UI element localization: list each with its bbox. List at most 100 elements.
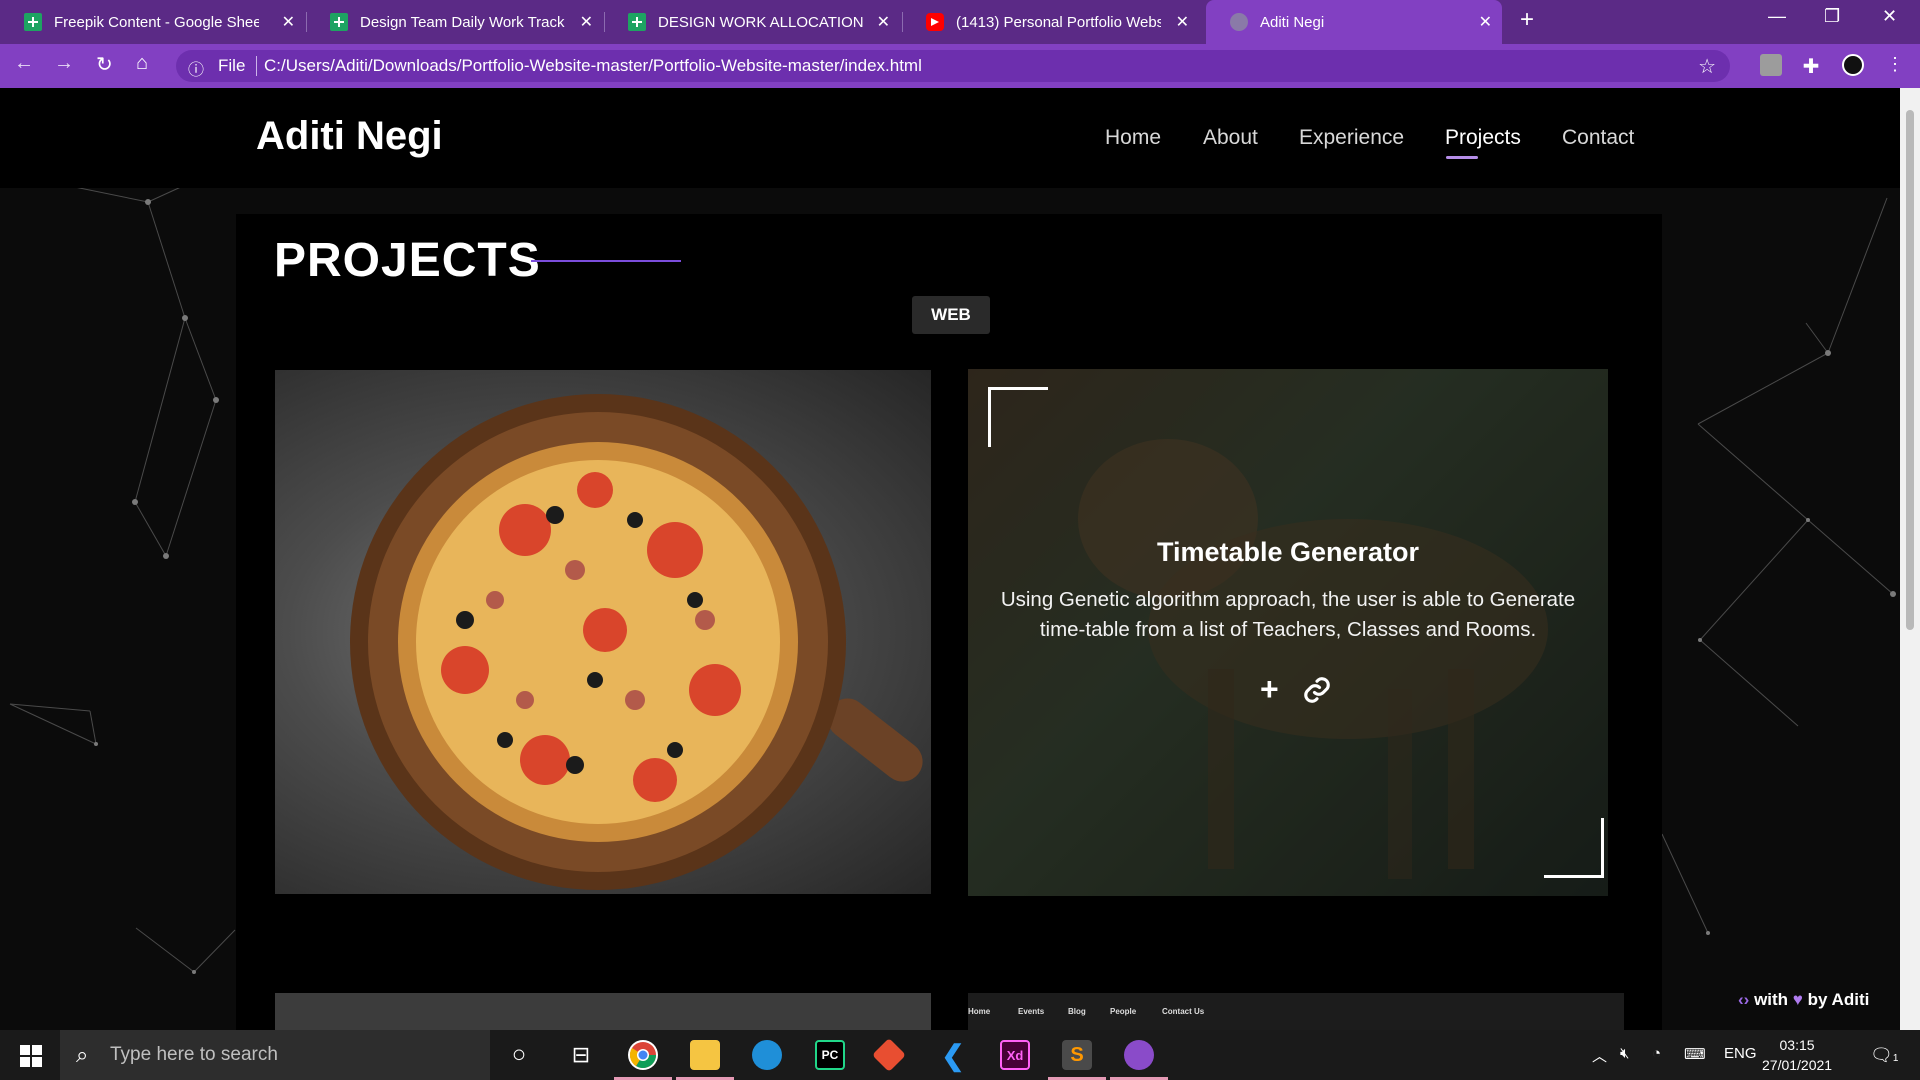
nav-about[interactable]: About <box>1203 126 1258 150</box>
system-clock[interactable]: 03:15 27/01/2021 <box>1762 1035 1832 1075</box>
info-icon[interactable]: ⓘ <box>188 56 204 80</box>
browser-tab[interactable]: DESIGN WORK ALLOCATION - Go ✕ <box>604 0 900 44</box>
reload-icon[interactable]: ↻ <box>96 52 113 77</box>
project-image-partial[interactable] <box>275 993 931 1030</box>
filter-web-button[interactable]: WEB <box>912 296 990 334</box>
project-card-timetable[interactable]: Timetable Generator Using Genetic algori… <box>968 369 1608 896</box>
site-logo[interactable]: Aditi Negi <box>256 114 443 159</box>
back-icon[interactable]: ← <box>14 52 34 75</box>
minimize-icon[interactable]: — <box>1768 6 1786 27</box>
search-placeholder: Type here to search <box>110 1044 278 1065</box>
sheets-icon <box>24 13 42 31</box>
adobe-xd-icon[interactable]: Xd <box>1000 1040 1030 1070</box>
chrome-icon[interactable] <box>628 1040 658 1070</box>
taskbar-search[interactable]: ⌕ Type here to search <box>60 1030 490 1080</box>
nav-home[interactable]: Home <box>1105 126 1161 150</box>
windows-start-icon[interactable] <box>20 1045 42 1067</box>
webpage: Aditi Negi Home About Experience Project… <box>0 88 1900 1030</box>
globe-icon <box>1230 13 1248 31</box>
close-tab-icon[interactable]: ✕ <box>1176 12 1189 32</box>
browser-tab-strip: Freepik Content - Google Sheets ✕ Design… <box>0 0 1920 44</box>
search-icon: ⌕ <box>76 1042 89 1067</box>
tab-title: DESIGN WORK ALLOCATION - Go <box>658 13 863 31</box>
github-desktop-icon[interactable] <box>1124 1040 1154 1070</box>
wifi-icon[interactable]: ◔ <box>1652 1045 1661 1062</box>
close-window-icon[interactable]: ✕ <box>1882 6 1897 27</box>
scheme-label: File <box>218 56 246 75</box>
home-icon[interactable]: ⌂ <box>136 52 148 75</box>
browser-tab[interactable]: (1413) Personal Portfolio Website ✕ <box>902 0 1199 44</box>
vscode-icon[interactable]: ❮ <box>938 1040 968 1071</box>
mini-nav-contact-us: Contact Us <box>1162 1007 1205 1016</box>
close-tab-icon[interactable]: ✕ <box>877 12 890 32</box>
profile-avatar[interactable] <box>1842 54 1864 76</box>
mini-nav-home: Home <box>968 1007 991 1016</box>
sheets-icon <box>628 13 646 31</box>
notification-center-icon[interactable]: 🗨︎1 <box>1870 1045 1898 1066</box>
mini-nav-blog: Blog <box>1068 1007 1086 1016</box>
language-indicator[interactable]: ENG <box>1724 1045 1757 1062</box>
project-image-pizza[interactable] <box>275 370 931 894</box>
browser-tab-active[interactable]: Aditi Negi ✕ <box>1206 0 1502 44</box>
edge-icon[interactable] <box>752 1040 782 1070</box>
tab-title: Design Team Daily Work Tracker <box>360 13 565 31</box>
pizza-image <box>350 394 923 890</box>
volume-muted-icon[interactable]: 🔇︎ <box>1620 1045 1629 1062</box>
frame-corner-bottom-right <box>1544 818 1604 878</box>
project-description: Using Genetic algorithm approach, the us… <box>1000 588 1576 641</box>
extension-icon[interactable] <box>1760 54 1782 76</box>
menu-kebab-icon[interactable]: ⋮ <box>1884 54 1906 76</box>
bookmark-star-icon[interactable]: ☆ <box>1698 54 1716 79</box>
browser-tab[interactable]: Design Team Daily Work Tracker ✕ <box>306 0 603 44</box>
keyboard-icon[interactable]: ⌨ <box>1684 1045 1706 1063</box>
sheets-icon <box>330 13 348 31</box>
file-explorer-icon[interactable] <box>690 1040 720 1070</box>
title-underline <box>531 260 681 262</box>
frame-corner-top-left <box>988 387 1048 447</box>
address-bar[interactable]: ⓘ File C:/Users/Aditi/Downloads/Portfoli… <box>176 50 1730 82</box>
close-tab-icon[interactable]: ✕ <box>580 12 593 32</box>
active-nav-indicator <box>1446 156 1478 159</box>
heart-icon: ♥ <box>1792 990 1803 1009</box>
close-tab-icon[interactable]: ✕ <box>282 12 295 32</box>
link-icon[interactable] <box>1302 675 1332 705</box>
browser-tab[interactable]: Freepik Content - Google Sheets ✕ <box>0 0 305 44</box>
pycharm-icon[interactable]: PC <box>815 1040 845 1070</box>
credit-with: with <box>1754 990 1789 1009</box>
clock-date: 27/01/2021 <box>1762 1057 1833 1073</box>
nav-experience[interactable]: Experience <box>1299 126 1404 150</box>
section-title: PROJECTS <box>274 234 541 287</box>
notification-count: 1 <box>1892 1053 1899 1064</box>
cortana-icon[interactable]: ○ <box>504 1040 534 1070</box>
show-hidden-icons-icon[interactable]: ︿ <box>1592 1045 1607 1066</box>
project-website-preview[interactable]: Home Events Blog People Contact Us <box>968 993 1624 1030</box>
new-tab-button[interactable]: + <box>1520 6 1534 34</box>
forward-icon[interactable]: → <box>54 52 74 75</box>
footer-credit: ‹› with ♥ by Aditi <box>1738 990 1869 1010</box>
scrollbar-thumb[interactable] <box>1906 110 1914 630</box>
mini-nav-events: Events <box>1018 1007 1045 1016</box>
tab-title: (1413) Personal Portfolio Website <box>956 13 1161 31</box>
tab-title: Aditi Negi <box>1260 13 1325 31</box>
windows-taskbar: ⌕ Type here to search ○ ⊟ PC ❮ Xd S ︿ 🔇︎… <box>0 1030 1920 1080</box>
youtube-icon <box>926 13 944 31</box>
task-view-icon[interactable]: ⊟ <box>566 1040 596 1070</box>
extensions-puzzle-icon[interactable]: ✚ <box>1800 54 1822 78</box>
code-brackets-icon: ‹› <box>1738 990 1750 1009</box>
nav-projects[interactable]: Projects <box>1445 126 1521 150</box>
credit-author: by Aditi <box>1807 990 1870 1009</box>
plus-icon[interactable]: + <box>1260 673 1279 705</box>
clock-time: 03:15 <box>1779 1037 1815 1053</box>
divider <box>256 56 257 76</box>
git-icon[interactable] <box>872 1038 906 1072</box>
sublime-text-icon[interactable]: S <box>1062 1040 1092 1070</box>
url-text[interactable]: C:/Users/Aditi/Downloads/Portfolio-Websi… <box>264 56 922 76</box>
project-title: Timetable Generator <box>1156 537 1420 567</box>
page-scrollbar[interactable] <box>1900 88 1920 1030</box>
nav-contact[interactable]: Contact <box>1562 126 1634 150</box>
tab-title: Freepik Content - Google Sheets <box>54 13 259 31</box>
mini-nav-people: People <box>1110 1007 1137 1016</box>
close-tab-icon[interactable]: ✕ <box>1479 12 1492 32</box>
restore-icon[interactable]: ❐ <box>1824 6 1840 27</box>
site-header: Aditi Negi Home About Experience Project… <box>0 88 1900 188</box>
